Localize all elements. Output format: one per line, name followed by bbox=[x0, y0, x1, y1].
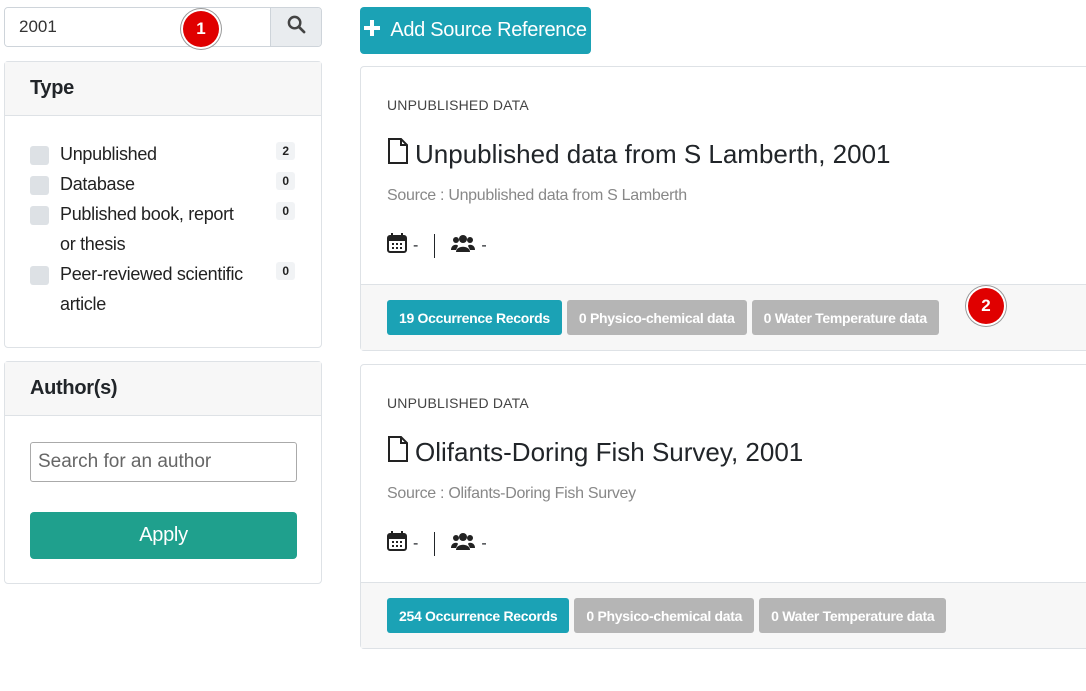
plus-icon bbox=[364, 19, 381, 42]
reference-title[interactable]: Unpublished data from S Lamberth, 2001 bbox=[387, 138, 891, 171]
search-group bbox=[4, 7, 322, 47]
reference-authors: - bbox=[481, 236, 487, 254]
reference-meta: - - bbox=[387, 233, 487, 258]
checkbox[interactable] bbox=[30, 206, 49, 225]
search-icon bbox=[287, 15, 306, 39]
reference-footer: 254 Occurrence Records 0 Physico-chemica… bbox=[361, 582, 1086, 648]
type-label: Peer-reviewed scientific article bbox=[60, 264, 243, 314]
checkbox[interactable] bbox=[30, 176, 49, 195]
reference-date: - bbox=[413, 534, 419, 552]
water-temperature-badge[interactable]: 0 Water Temperature data bbox=[751, 300, 939, 335]
annotation-marker-1: 1 bbox=[183, 11, 219, 47]
reference-authors: - bbox=[481, 534, 487, 552]
type-item-published[interactable]: Published book, report or thesis 0 bbox=[30, 202, 297, 264]
type-label: Database bbox=[60, 174, 135, 194]
author-filter-title: Author(s) bbox=[5, 362, 321, 416]
add-button-label: Add Source Reference bbox=[390, 19, 587, 41]
annotation-marker-2: 2 bbox=[968, 288, 1004, 324]
file-icon bbox=[387, 436, 409, 469]
calendar-icon bbox=[387, 233, 407, 258]
reference-title[interactable]: Olifants-Doring Fish Survey, 2001 bbox=[387, 436, 803, 469]
search-button[interactable] bbox=[270, 8, 321, 46]
type-filter-card: Type Unpublished 2 Database 0 Published … bbox=[4, 61, 322, 348]
reference-type: UNPUBLISHED DATA bbox=[387, 97, 529, 113]
reference-source: Source : Unpublished data from S Lambert… bbox=[387, 187, 687, 204]
water-temperature-badge[interactable]: 0 Water Temperature data bbox=[759, 598, 947, 633]
file-icon bbox=[387, 138, 409, 171]
reference-date: - bbox=[413, 236, 419, 254]
checkbox[interactable] bbox=[30, 146, 49, 165]
reference-meta: - - bbox=[387, 531, 487, 556]
count-badge: 2 bbox=[276, 142, 295, 160]
reference-source: Source : Olifants-Doring Fish Survey bbox=[387, 485, 636, 502]
reference-title-text: Olifants-Doring Fish Survey, 2001 bbox=[415, 437, 804, 467]
author-search-input[interactable] bbox=[30, 442, 297, 482]
type-label: Published book, report or thesis bbox=[60, 204, 234, 254]
occurrence-records-badge[interactable]: 19 Occurrence Records bbox=[387, 300, 562, 335]
type-filter-title: Type bbox=[5, 62, 321, 116]
users-icon bbox=[451, 531, 476, 556]
apply-button[interactable]: Apply bbox=[30, 512, 297, 559]
type-item-peer-reviewed[interactable]: Peer-reviewed scientific article 0 bbox=[30, 262, 297, 324]
physico-chemical-badge[interactable]: 0 Physico-chemical data bbox=[574, 598, 755, 633]
physico-chemical-badge[interactable]: 0 Physico-chemical data bbox=[566, 300, 747, 335]
checkbox[interactable] bbox=[30, 266, 49, 285]
reference-card: UNPUBLISHED DATA Olifants-Doring Fish Su… bbox=[360, 364, 1086, 649]
occurrence-records-badge[interactable]: 254 Occurrence Records bbox=[387, 598, 570, 633]
users-icon bbox=[451, 233, 476, 258]
author-filter-card: Author(s) Apply bbox=[4, 361, 322, 584]
count-badge: 0 bbox=[276, 202, 295, 220]
reference-title-text: Unpublished data from S Lamberth, 2001 bbox=[415, 139, 891, 169]
count-badge: 0 bbox=[276, 172, 295, 190]
calendar-icon bbox=[387, 531, 407, 556]
type-label: Unpublished bbox=[60, 144, 157, 164]
count-badge: 0 bbox=[276, 262, 295, 280]
divider bbox=[434, 531, 436, 556]
add-source-reference-button[interactable]: Add Source Reference bbox=[360, 7, 591, 54]
reference-type: UNPUBLISHED DATA bbox=[387, 395, 529, 411]
search-input[interactable] bbox=[5, 8, 270, 46]
divider bbox=[434, 233, 436, 258]
